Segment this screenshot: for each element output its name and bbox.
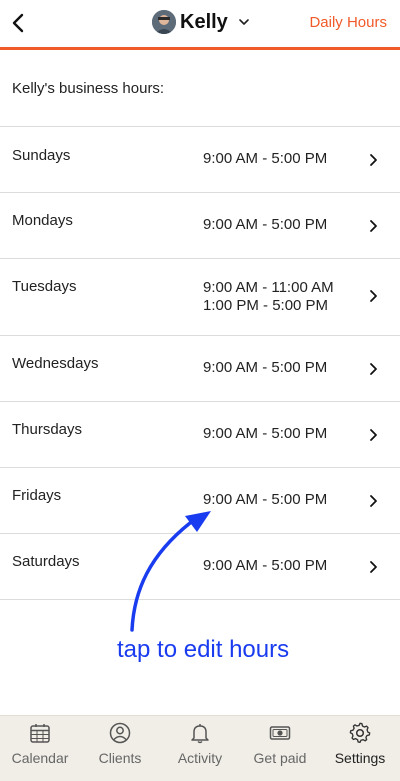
list-item-tuesdays[interactable]: Tuesdays 9:00 AM - 11:00 AM 1:00 PM - 5:… — [0, 259, 400, 336]
day-label: Sundays — [12, 147, 71, 164]
day-label: Mondays — [12, 212, 73, 229]
bell-icon — [191, 724, 209, 744]
hours-text: 9:00 AM - 5:00 PM — [203, 150, 328, 167]
day-label: Tuesdays — [12, 278, 77, 295]
list-item-fridays[interactable]: Fridays 9:00 AM - 5:00 PM — [0, 468, 400, 534]
hours-text: 9:00 AM - 5:00 PM — [203, 491, 328, 508]
money-icon — [269, 726, 291, 740]
list-item-wednesdays[interactable]: Wednesdays 9:00 AM - 5:00 PM — [0, 336, 400, 402]
tab-label: Calendar — [11, 750, 69, 766]
tab-activity[interactable]: Activity — [160, 716, 240, 781]
chevron-down-icon — [239, 19, 249, 25]
tab-get-paid[interactable]: Get paid — [240, 716, 320, 781]
chevron-right-icon — [370, 429, 377, 441]
intro-text: Kelly's business hours: — [12, 80, 165, 97]
back-arrow-icon[interactable] — [8, 10, 28, 36]
user-switcher[interactable]: Kelly — [152, 8, 250, 36]
hours-text: 9:00 AM - 5:00 PM — [203, 557, 328, 574]
hours-list: Sundays 9:00 AM - 5:00 PM Mondays 9:00 A… — [0, 126, 400, 600]
avatar — [152, 10, 176, 34]
tab-label: Get paid — [253, 750, 307, 766]
chevron-right-icon — [370, 290, 377, 302]
day-label: Wednesdays — [12, 355, 99, 372]
hours-text: 9:00 AM - 5:00 PM — [203, 216, 328, 233]
chevron-right-icon — [370, 561, 377, 573]
tab-calendar[interactable]: Calendar — [0, 716, 80, 781]
chevron-right-icon — [370, 495, 377, 507]
list-item-mondays[interactable]: Mondays 9:00 AM - 5:00 PM — [0, 193, 400, 259]
list-item-saturdays[interactable]: Saturdays 9:00 AM - 5:00 PM — [0, 534, 400, 600]
tab-label: Settings — [334, 750, 386, 766]
gear-icon — [349, 722, 371, 743]
tab-settings[interactable]: Settings — [320, 716, 400, 781]
chevron-right-icon — [370, 154, 377, 166]
tab-clients[interactable]: Clients — [80, 716, 160, 781]
tab-label: Activity — [177, 750, 223, 766]
daily-hours-link[interactable]: Daily Hours — [309, 14, 387, 31]
day-label: Saturdays — [12, 553, 80, 570]
list-item-sundays[interactable]: Sundays 9:00 AM - 5:00 PM — [0, 127, 400, 193]
list-item-thursdays[interactable]: Thursdays 9:00 AM - 5:00 PM — [0, 402, 400, 468]
day-label: Thursdays — [12, 421, 83, 438]
hours-text: 9:00 AM - 5:00 PM — [203, 425, 328, 442]
tab-label: Clients — [98, 750, 142, 766]
top-bar: Kelly Daily Hours — [0, 0, 400, 50]
person-icon — [109, 722, 131, 744]
annotation-text: tap to edit hours — [117, 636, 290, 663]
hours-text: 9:00 AM - 11:00 AM 1:00 PM - 5:00 PM — [203, 279, 334, 314]
calendar-icon — [30, 724, 50, 743]
chevron-right-icon — [370, 220, 377, 232]
hours-text: 9:00 AM - 5:00 PM — [203, 359, 328, 376]
day-label: Fridays — [12, 487, 62, 504]
user-name: Kelly — [180, 10, 228, 33]
chevron-right-icon — [370, 363, 377, 375]
tab-bar: Calendar Clients Activity Get paid Setti… — [0, 715, 400, 781]
